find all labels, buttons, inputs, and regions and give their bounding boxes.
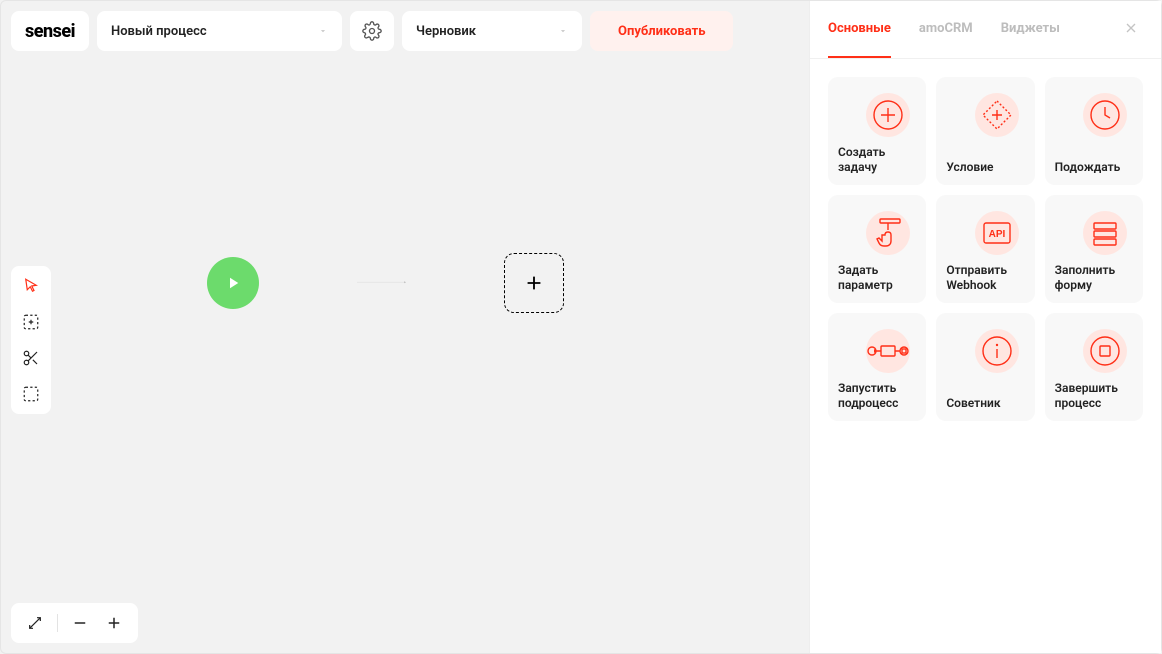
- block-label: Условие: [946, 160, 1024, 175]
- fit-view-button[interactable]: [23, 611, 47, 635]
- select-tool[interactable]: [19, 310, 43, 334]
- zoom-in-button[interactable]: [102, 611, 126, 635]
- svg-text:API: API: [988, 229, 1005, 240]
- header-bar: sensei Новый процесс Черновик Опубликова…: [11, 11, 806, 51]
- divider: [57, 614, 58, 632]
- left-toolbar: [11, 266, 51, 414]
- api-icon: API: [977, 213, 1017, 253]
- block-advisor[interactable]: Советник: [936, 313, 1034, 421]
- block-label: Задать параметр: [838, 263, 916, 293]
- hand-point-icon: [868, 213, 908, 253]
- block-wait[interactable]: Подождать: [1045, 77, 1143, 185]
- stop-icon: [1085, 331, 1125, 371]
- play-icon: [224, 274, 242, 292]
- panel-tabs: Основные amoCRM Виджеты: [810, 1, 1161, 59]
- block-label: Завершить процесс: [1055, 381, 1133, 411]
- cursor-icon: [22, 277, 40, 295]
- tab-widgets[interactable]: Виджеты: [1001, 1, 1060, 58]
- block-label: Подождать: [1055, 160, 1133, 175]
- block-start-subprocess[interactable]: Запустить подроцесс: [828, 313, 926, 421]
- block-send-webhook[interactable]: API Отправить Webhook: [936, 195, 1034, 303]
- block-end-process[interactable]: Завершить процесс: [1045, 313, 1143, 421]
- expand-icon: [27, 615, 43, 631]
- block-label: Заполнить форму: [1055, 263, 1133, 293]
- status-dropdown[interactable]: Черновик: [402, 11, 582, 51]
- subprocess-icon: [865, 331, 911, 371]
- clock-icon: [1085, 95, 1125, 135]
- block-grid: Создать задачу Условие Подождать Задать …: [810, 59, 1161, 439]
- form-icon: [1085, 213, 1125, 253]
- block-set-parameter[interactable]: Задать параметр: [828, 195, 926, 303]
- zoom-out-button[interactable]: [68, 611, 92, 635]
- scissors-icon: [22, 349, 40, 367]
- block-condition[interactable]: Условие: [936, 77, 1034, 185]
- close-icon: [1123, 20, 1139, 36]
- lasso-tool[interactable]: [19, 382, 43, 406]
- plus-icon: [523, 272, 545, 294]
- chevron-down-icon: [318, 26, 328, 36]
- logo: sensei: [11, 11, 89, 51]
- add-node-placeholder[interactable]: [504, 253, 564, 313]
- plus-circle-icon: [868, 95, 908, 135]
- tab-amocrm[interactable]: amoCRM: [919, 1, 973, 58]
- block-label: Советник: [946, 396, 1024, 411]
- edge-arrow: [259, 282, 504, 284]
- start-node[interactable]: [207, 257, 259, 309]
- block-library-panel: Основные amoCRM Виджеты Создать задачу У…: [809, 1, 1161, 653]
- publish-button[interactable]: Опубликовать: [590, 11, 733, 51]
- process-dropdown-label: Новый процесс: [111, 24, 207, 39]
- block-label: Запустить подроцесс: [838, 381, 916, 411]
- chevron-down-icon: [558, 26, 568, 36]
- logo-text: sensei: [25, 21, 75, 42]
- cut-tool[interactable]: [19, 346, 43, 370]
- zoom-bar: [11, 603, 138, 643]
- tab-widgets-label: Виджеты: [1001, 21, 1060, 36]
- info-icon: [977, 331, 1017, 371]
- block-label: Отправить Webhook: [946, 263, 1024, 293]
- diamond-plus-icon: [977, 95, 1017, 135]
- tab-amocrm-label: amoCRM: [919, 21, 973, 36]
- plus-icon: [105, 614, 123, 632]
- lasso-select-icon: [22, 385, 40, 403]
- process-dropdown[interactable]: Новый процесс: [97, 11, 342, 51]
- tab-main[interactable]: Основные: [828, 1, 891, 58]
- block-label: Создать задачу: [838, 145, 916, 175]
- close-panel-button[interactable]: [1123, 20, 1143, 40]
- block-create-task[interactable]: Создать задачу: [828, 77, 926, 185]
- marquee-icon: [22, 313, 40, 331]
- minus-icon: [71, 614, 89, 632]
- status-dropdown-label: Черновик: [416, 24, 476, 39]
- block-fill-form[interactable]: Заполнить форму: [1045, 195, 1143, 303]
- cursor-tool[interactable]: [19, 274, 43, 298]
- settings-button[interactable]: [350, 11, 394, 51]
- publish-button-label: Опубликовать: [618, 24, 705, 39]
- gear-icon: [362, 21, 382, 41]
- tab-main-label: Основные: [828, 21, 891, 36]
